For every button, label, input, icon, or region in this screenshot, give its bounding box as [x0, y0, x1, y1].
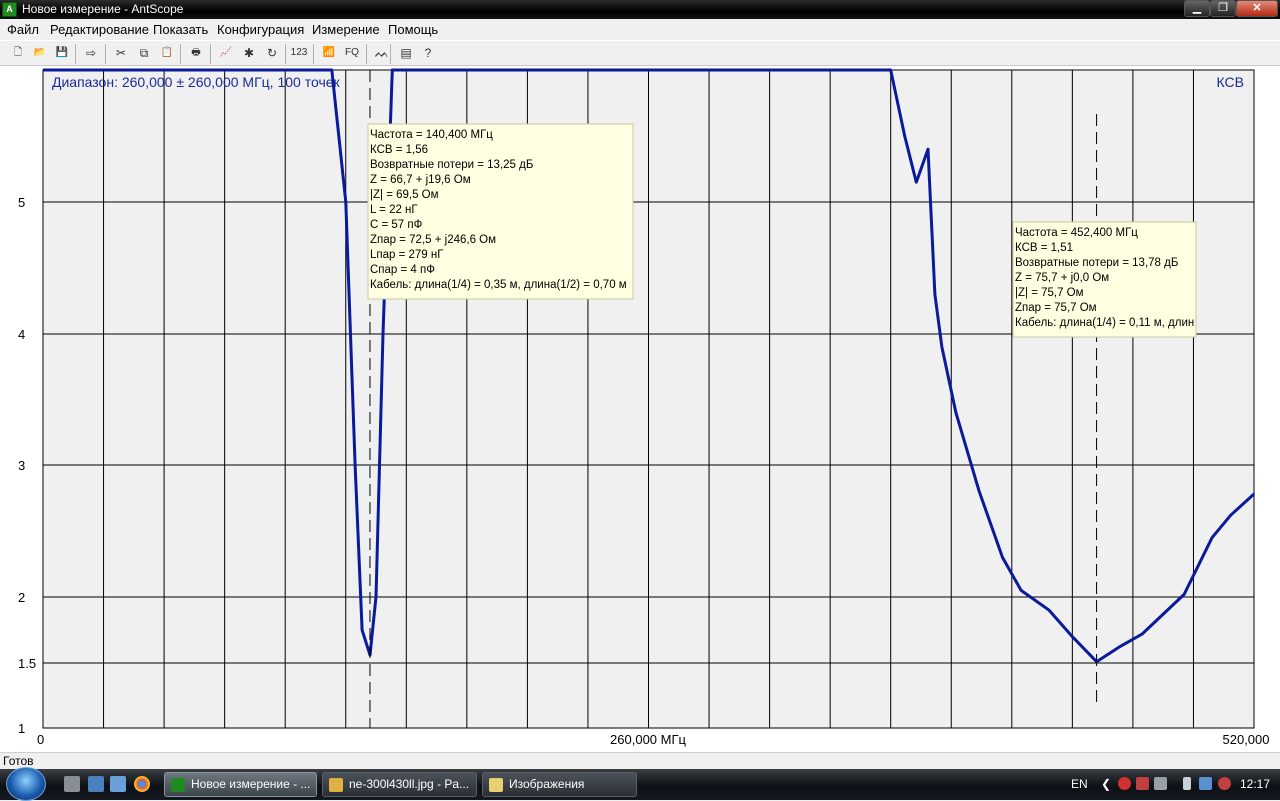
language-indicator[interactable]: EN: [1071, 777, 1088, 791]
toolbar-separator: [180, 44, 181, 64]
y-tick-label: 1: [18, 721, 25, 736]
vswr-chart[interactable]: 1 1.5 2 3 4 5 0 260,000 МГц 520,000 Диапазон: 260…: [0, 66, 1280, 752]
menu-view[interactable]: Показать: [153, 22, 208, 37]
x-tick-label: 0: [37, 732, 44, 747]
app-icon: A: [2, 2, 17, 17]
menu-file[interactable]: Файл: [7, 22, 39, 37]
open-folder-icon[interactable]: 📂: [31, 44, 49, 62]
tooltip-line: L = 22 нГ: [370, 204, 418, 216]
start-button[interactable]: [6, 767, 46, 801]
tooltip-line: Частота = 452,400 МГц: [1015, 227, 1138, 239]
marker-tooltip: Частота = 452,400 МГц КСВ = 1,51 Возвратны…: [1012, 221, 1197, 338]
tooltip-line: КСВ = 1,56: [370, 144, 428, 156]
y-tick-label: 3: [18, 458, 25, 473]
help-icon[interactable]: ?: [419, 44, 437, 62]
refresh-icon[interactable]: ↻: [263, 44, 281, 62]
task-label: ne-300l430ll.jpg - Pa...: [349, 777, 470, 791]
window-title: Новое измерение - AntScope: [22, 2, 184, 16]
toolbar-separator: [75, 44, 76, 64]
marker-tooltip: Частота = 140,400 МГц КСВ = 1,56 Возвратны…: [367, 123, 634, 300]
y-tick-label: 2: [18, 590, 25, 605]
toolbar-separator: [210, 44, 211, 64]
tooltip-line: Частота = 140,400 МГц: [370, 129, 493, 141]
tray-expand-icon[interactable]: ❮: [1101, 777, 1111, 791]
settings-icon[interactable]: ✱: [240, 44, 258, 62]
paint-icon: [329, 778, 343, 792]
save-icon[interactable]: 💾: [53, 44, 71, 62]
paste-icon[interactable]: 📋: [158, 44, 176, 62]
network-error-icon[interactable]: [1136, 777, 1149, 790]
range-label: Диапазон: 260,000 ± 260,000 МГц, 100 точ…: [52, 74, 341, 90]
chrome-icon[interactable]: [134, 776, 150, 792]
task-label: Новое измерение - ...: [191, 777, 311, 791]
task-antscope[interactable]: Новое измерение - ...: [164, 772, 317, 797]
task-paint[interactable]: ne-300l430ll.jpg - Pa...: [322, 772, 477, 797]
tooltip-line: Возвратные потери = 13,78 дБ: [1015, 257, 1178, 269]
toolbar-separator: [313, 44, 314, 64]
numeric-icon[interactable]: 123: [290, 44, 308, 62]
cut-icon[interactable]: ✂: [112, 44, 130, 62]
x-tick-label: 260,000 МГц: [610, 732, 686, 747]
menu-bar: Файл Редактирование Показать Конфигураци…: [0, 19, 1280, 40]
tooltip-line: Кабель: длина(1/4) = 0,35 м, длина(1/2) …: [370, 279, 627, 291]
minimize-button[interactable]: ▁: [1184, 0, 1210, 17]
y-tick-label: 4: [18, 327, 25, 342]
network-icon[interactable]: [1199, 777, 1212, 790]
toolbar-separator: [366, 44, 367, 64]
antenna-icon[interactable]: 📶: [320, 44, 338, 62]
waveform-icon[interactable]: ᨓ: [373, 44, 391, 62]
mode-label: КСВ: [1217, 74, 1244, 90]
tooltip-line: Zпар = 72,5 + j246,6 Ом: [370, 234, 496, 246]
task-images-folder[interactable]: Изображения: [482, 772, 637, 797]
maximize-button[interactable]: ❐: [1210, 0, 1236, 17]
status-bar: Готов: [0, 752, 1280, 770]
task-label: Изображения: [509, 777, 585, 791]
toolbar-separator: [105, 44, 106, 64]
print-icon[interactable]: 🖶: [187, 44, 205, 62]
x-tick-label: 520,000: [1223, 732, 1270, 747]
battery-icon[interactable]: [1183, 777, 1191, 790]
menu-help[interactable]: Помощь: [388, 22, 438, 37]
tooltip-line: Кабель: длина(1/4) = 0,11 м, длин: [1015, 317, 1194, 329]
tooltip-line: |Z| = 75,7 Ом: [1015, 287, 1084, 299]
close-button[interactable]: ✕: [1236, 0, 1278, 17]
toolbar: 🗋 📂 💾 ⇨ ✂ ⧉ 📋 🖶 📈 ✱ ↻ 123 📶 FQ ᨓ ▤?: [0, 40, 1280, 66]
tooltip-line: |Z| = 69,5 Ом: [370, 189, 439, 201]
show-desktop-icon[interactable]: [64, 776, 80, 792]
tooltip-line: C = 57 пФ: [370, 219, 423, 231]
menu-configuration[interactable]: Конфигурация: [217, 22, 304, 37]
fq-icon[interactable]: FQ: [343, 44, 361, 62]
title-bar: A Новое измерение - AntScope ▁ ❐ ✕: [0, 0, 1280, 19]
menu-edit[interactable]: Редактирование: [50, 22, 149, 37]
tooltip-line: Z = 66,7 + j19,6 Ом: [370, 174, 471, 186]
copy-icon[interactable]: ⧉: [135, 44, 153, 62]
toolbar-separator: [285, 44, 286, 64]
tooltip-line: Возвратные потери = 13,25 дБ: [370, 159, 533, 171]
export-icon[interactable]: ⇨: [82, 44, 100, 62]
tooltip-line: Lпар = 279 нГ: [370, 249, 444, 261]
clock[interactable]: 12:17: [1240, 777, 1270, 791]
volume-muted-icon[interactable]: [1218, 777, 1231, 790]
tooltip-line: КСВ = 1,51: [1015, 242, 1073, 254]
plot-area: 1 1.5 2 3 4 5 0 260,000 МГц 520,000 Диапазон: 260…: [0, 66, 1280, 752]
folder-icon: [489, 778, 503, 792]
y-tick-label: 1.5: [18, 656, 36, 671]
monitor-icon[interactable]: [1154, 777, 1167, 790]
antscope-icon: [171, 778, 185, 792]
window-switch-icon[interactable]: [110, 776, 126, 792]
new-file-icon[interactable]: 🗋: [9, 44, 27, 62]
document-icon[interactable]: ▤: [397, 44, 415, 62]
explorer-icon[interactable]: [88, 776, 104, 792]
status-text: Готов: [3, 754, 34, 768]
menu-measurement[interactable]: Измерение: [312, 22, 380, 37]
security-alert-icon[interactable]: [1118, 777, 1131, 790]
tooltip-line: Cпар = 4 пФ: [370, 264, 435, 276]
tooltip-line: Z = 75,7 + j0,0 Ом: [1015, 272, 1109, 284]
tooltip-line: Zпар = 75,7 Ом: [1015, 302, 1097, 314]
y-tick-label: 5: [18, 195, 25, 210]
taskbar: Новое измерение - ... ne-300l430ll.jpg -…: [0, 767, 1280, 801]
chart-icon[interactable]: 📈: [217, 44, 235, 62]
